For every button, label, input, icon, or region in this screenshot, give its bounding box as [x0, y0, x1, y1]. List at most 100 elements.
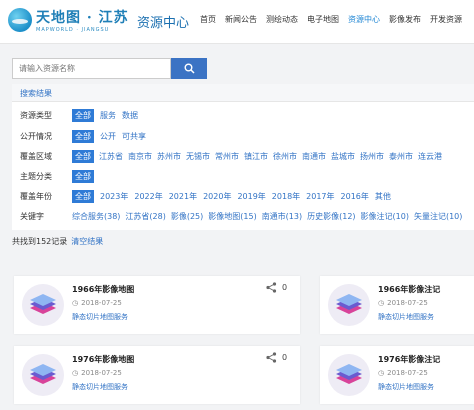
filter-label: 主题分类: [20, 171, 52, 181]
card-service-link[interactable]: 静态切片地图服务: [378, 312, 434, 322]
layers-icon: [22, 284, 64, 326]
layers-icon: [328, 284, 370, 326]
card-date-value: 2018-07-25: [81, 299, 122, 307]
share-count: 0: [282, 353, 288, 362]
share-control[interactable]: 0: [266, 282, 287, 293]
filter-label: 资源类型: [20, 110, 52, 120]
card-service-link[interactable]: 静态切片地图服务: [72, 382, 128, 392]
card-date-value: 2018-07-25: [81, 369, 122, 377]
filter-row-publicity: 公开情况 全部 公开 可共享: [12, 129, 146, 143]
share-count: 0: [282, 283, 288, 292]
card-title[interactable]: 1966年影像地图: [72, 284, 134, 295]
filter-option[interactable]: 镇江市: [244, 151, 268, 162]
filter-option[interactable]: 可共享: [122, 131, 146, 142]
card-service-link[interactable]: 静态切片地图服务: [378, 382, 434, 392]
clock-icon: ◷: [72, 369, 79, 377]
search-icon: [184, 63, 195, 74]
filter-option[interactable]: 公开: [100, 131, 116, 142]
filter-option[interactable]: 2018年: [272, 191, 300, 202]
filter-option[interactable]: 2019年: [237, 191, 265, 202]
card-date: ◷ 2018-07-25: [378, 369, 428, 377]
keyword-option[interactable]: 历史影像(12): [307, 211, 355, 222]
layers-icon: [328, 354, 370, 396]
filter-row-coverage-area: 覆盖区域 全部 江苏省 南京市 苏州市 无锡市 常州市 镇江市 徐州市 南通市 …: [12, 149, 442, 163]
logo-text[interactable]: 天地图 · 江苏: [36, 7, 129, 27]
resource-card[interactable]: 1976年影像注记 ◷ 2018-07-25 静态切片地图服务: [320, 346, 474, 404]
filter-option[interactable]: 无锡市: [186, 151, 210, 162]
keyword-option[interactable]: 影像(25): [171, 211, 203, 222]
filter-option[interactable]: 盐城市: [331, 151, 355, 162]
filter-option[interactable]: 泰州市: [389, 151, 413, 162]
filter-option[interactable]: 连云港: [418, 151, 442, 162]
filter-heading: 搜索结果: [12, 84, 474, 102]
filter-row-keywords: 关键字 综合服务(38) 江苏省(28) 影像(25) 影像地图(15) 南通市…: [12, 209, 462, 223]
card-date: ◷ 2018-07-25: [72, 369, 122, 377]
keyword-option[interactable]: 矢量注记(10): [414, 211, 462, 222]
filter-option[interactable]: 江苏省: [99, 151, 123, 162]
filter-option-all[interactable]: 全部: [72, 149, 94, 163]
filter-option-all[interactable]: 全部: [72, 108, 94, 122]
logo-subtitle: MAPWORLD · JIANGSU: [36, 27, 110, 33]
card-title[interactable]: 1976年影像注记: [378, 354, 440, 365]
nav-item-resource-center[interactable]: 资源中心: [348, 14, 380, 25]
card-title[interactable]: 1966年影像注记: [378, 284, 440, 295]
filter-option-all[interactable]: 全部: [72, 169, 94, 183]
filter-option[interactable]: 2022年: [134, 191, 162, 202]
keyword-option[interactable]: 综合服务(38): [72, 211, 120, 222]
filter-option[interactable]: 2016年: [341, 191, 369, 202]
nav-item-dev-resources[interactable]: 开发资源: [430, 14, 462, 25]
share-control[interactable]: 0: [266, 352, 287, 363]
filter-option[interactable]: 2020年: [203, 191, 231, 202]
filter-option-all[interactable]: 全部: [72, 129, 94, 143]
filter-panel: 搜索结果 资源类型 全部 服务 数据 公开情况 全部 公开 可共享 覆盖区域 全…: [12, 84, 474, 230]
nav-item-survey-news[interactable]: 测绘动态: [266, 14, 298, 25]
clear-results-link[interactable]: 清空结果: [71, 237, 103, 246]
filter-option[interactable]: 南京市: [128, 151, 152, 162]
filter-option[interactable]: 南通市: [302, 151, 326, 162]
share-icon[interactable]: [266, 282, 277, 293]
nav-item-imagery[interactable]: 影像发布: [389, 14, 421, 25]
layers-icon: [22, 354, 64, 396]
filter-label: 公开情况: [20, 131, 52, 141]
filter-option-all[interactable]: 全部: [72, 189, 94, 203]
result-count: 共找到152记录: [12, 237, 68, 246]
result-summary-bar: 共找到152记录 清空结果: [12, 236, 103, 247]
filter-row-resource-type: 资源类型 全部 服务 数据: [12, 108, 138, 122]
filter-option[interactable]: 扬州市: [360, 151, 384, 162]
site-title: 资源中心: [137, 16, 190, 31]
keyword-option[interactable]: 南通市(13): [262, 211, 302, 222]
keyword-option[interactable]: 江苏省(28): [125, 211, 165, 222]
clock-icon: ◷: [378, 369, 385, 377]
clock-icon: ◷: [378, 299, 385, 307]
keyword-option[interactable]: 影像地图(15): [208, 211, 256, 222]
search-input[interactable]: [12, 58, 171, 79]
logo-globe-icon[interactable]: [8, 8, 32, 32]
filter-option[interactable]: 2017年: [306, 191, 334, 202]
filter-option[interactable]: 苏州市: [157, 151, 181, 162]
share-icon[interactable]: [266, 352, 277, 363]
keyword-option[interactable]: 影像注记(10): [361, 211, 409, 222]
resource-card[interactable]: 1966年影像注记 ◷ 2018-07-25 静态切片地图服务: [320, 276, 474, 334]
card-service-link[interactable]: 静态切片地图服务: [72, 312, 128, 322]
card-title[interactable]: 1976年影像地图: [72, 354, 134, 365]
filter-option[interactable]: 徐州市: [273, 151, 297, 162]
nav-item-map[interactable]: 电子地图: [307, 14, 339, 25]
filter-heading-label: 搜索结果: [20, 89, 52, 98]
clock-icon: ◷: [72, 299, 79, 307]
filter-label: 覆盖年份: [20, 191, 52, 201]
filter-option[interactable]: 2021年: [169, 191, 197, 202]
filter-row-theme: 主题分类 全部: [12, 169, 94, 183]
filter-option[interactable]: 服务: [100, 110, 116, 121]
search-button[interactable]: [171, 58, 207, 79]
filter-option[interactable]: 2023年: [100, 191, 128, 202]
filter-option[interactable]: 常州市: [215, 151, 239, 162]
card-date-value: 2018-07-25: [387, 369, 428, 377]
filter-option[interactable]: 其他: [375, 191, 391, 202]
card-date: ◷ 2018-07-25: [378, 299, 428, 307]
nav-item-home[interactable]: 首页: [200, 14, 216, 25]
nav-item-news[interactable]: 新闻公告: [225, 14, 257, 25]
resource-card[interactable]: 1966年影像地图 ◷ 2018-07-25 静态切片地图服务 0: [14, 276, 300, 334]
top-header: 天地图 · 江苏 MAPWORLD · JIANGSU 资源中心 首页 新闻公告…: [0, 0, 474, 44]
resource-card[interactable]: 1976年影像地图 ◷ 2018-07-25 静态切片地图服务 0: [14, 346, 300, 404]
filter-option[interactable]: 数据: [122, 110, 138, 121]
